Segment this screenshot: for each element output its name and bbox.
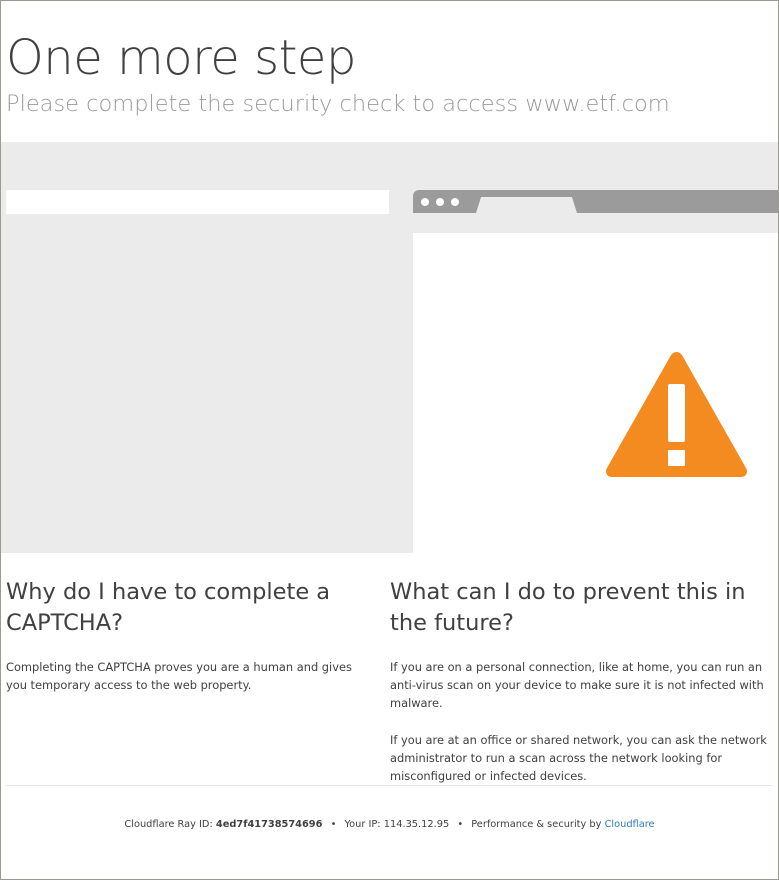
footer-bullet: • [457,819,464,830]
page-header: One more step Please complete the securi… [6,28,773,119]
browser-dot-icon [421,198,429,206]
browser-illustration-bar [413,190,778,213]
why-captcha-section: Why do I have to complete a CAPTCHA? Com… [6,577,371,713]
prevent-text-office: If you are at an office or shared networ… [390,733,767,783]
footer-bullet: • [330,819,337,830]
browser-dot-icon [436,198,444,206]
why-captcha-text: Completing the CAPTCHA proves you are a … [6,660,352,692]
why-captcha-heading: Why do I have to complete a CAPTCHA? [6,579,331,636]
footer-divider [6,785,773,786]
warning-triangle-icon [606,352,747,477]
browser-dot-icon [451,198,459,206]
prevent-text-personal: If you are on a personal connection, lik… [390,660,764,710]
ip-value: 114.35.12.95 [383,819,450,830]
performance-label: Performance & security by [471,819,602,830]
ray-id-label: Cloudflare Ray ID: [124,819,213,830]
page-subtitle: Please complete the security check to ac… [6,91,670,117]
browser-tab-icon [476,197,577,213]
ip-label: Your IP: [344,819,381,830]
prevent-heading: What can I do to prevent this in the fut… [390,579,746,636]
ray-id-value: 4ed7f41738574696 [215,819,323,830]
footer: Cloudflare Ray ID: 4ed7f41738574696 • Yo… [0,819,779,830]
captcha-container[interactable] [6,190,389,214]
prevent-section: What can I do to prevent this in the fut… [390,577,772,804]
cloudflare-link[interactable]: Cloudflare [605,819,655,830]
page-title: One more step [6,30,356,86]
